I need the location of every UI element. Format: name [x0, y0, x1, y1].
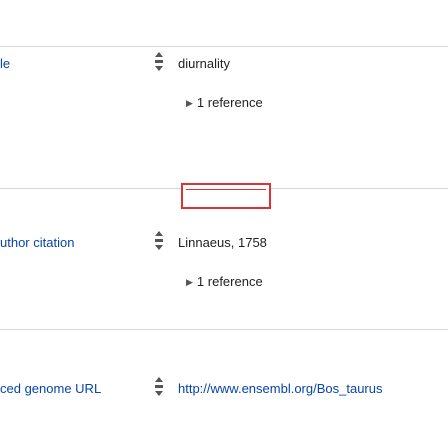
triangle-right-icon: ▶	[186, 277, 193, 287]
normal-rank-icon[interactable]	[152, 51, 166, 73]
reference-count: 1 reference	[196, 274, 263, 289]
normal-rank-icon[interactable]	[152, 230, 166, 252]
divider	[0, 329, 448, 330]
statement-value[interactable]: Linnaeus, 1758	[178, 235, 267, 250]
reference-count: 1 reference	[196, 95, 263, 110]
property-label[interactable]: ced genome URL	[0, 381, 120, 396]
highlight-box	[181, 183, 271, 209]
property-label[interactable]: uthor citation	[0, 235, 120, 250]
divider-top	[0, 46, 448, 47]
reference-toggle[interactable]: ▶ 1 reference	[186, 95, 263, 110]
normal-rank-icon[interactable]	[152, 376, 166, 398]
property-label[interactable]: le	[0, 56, 120, 71]
statement-value[interactable]: diurnality	[178, 56, 230, 71]
triangle-right-icon: ▶	[186, 98, 193, 108]
reference-toggle[interactable]: ▶ 1 reference	[186, 274, 263, 289]
statement-value-url[interactable]: http://www.ensembl.org/Bos_taurus	[178, 381, 383, 396]
